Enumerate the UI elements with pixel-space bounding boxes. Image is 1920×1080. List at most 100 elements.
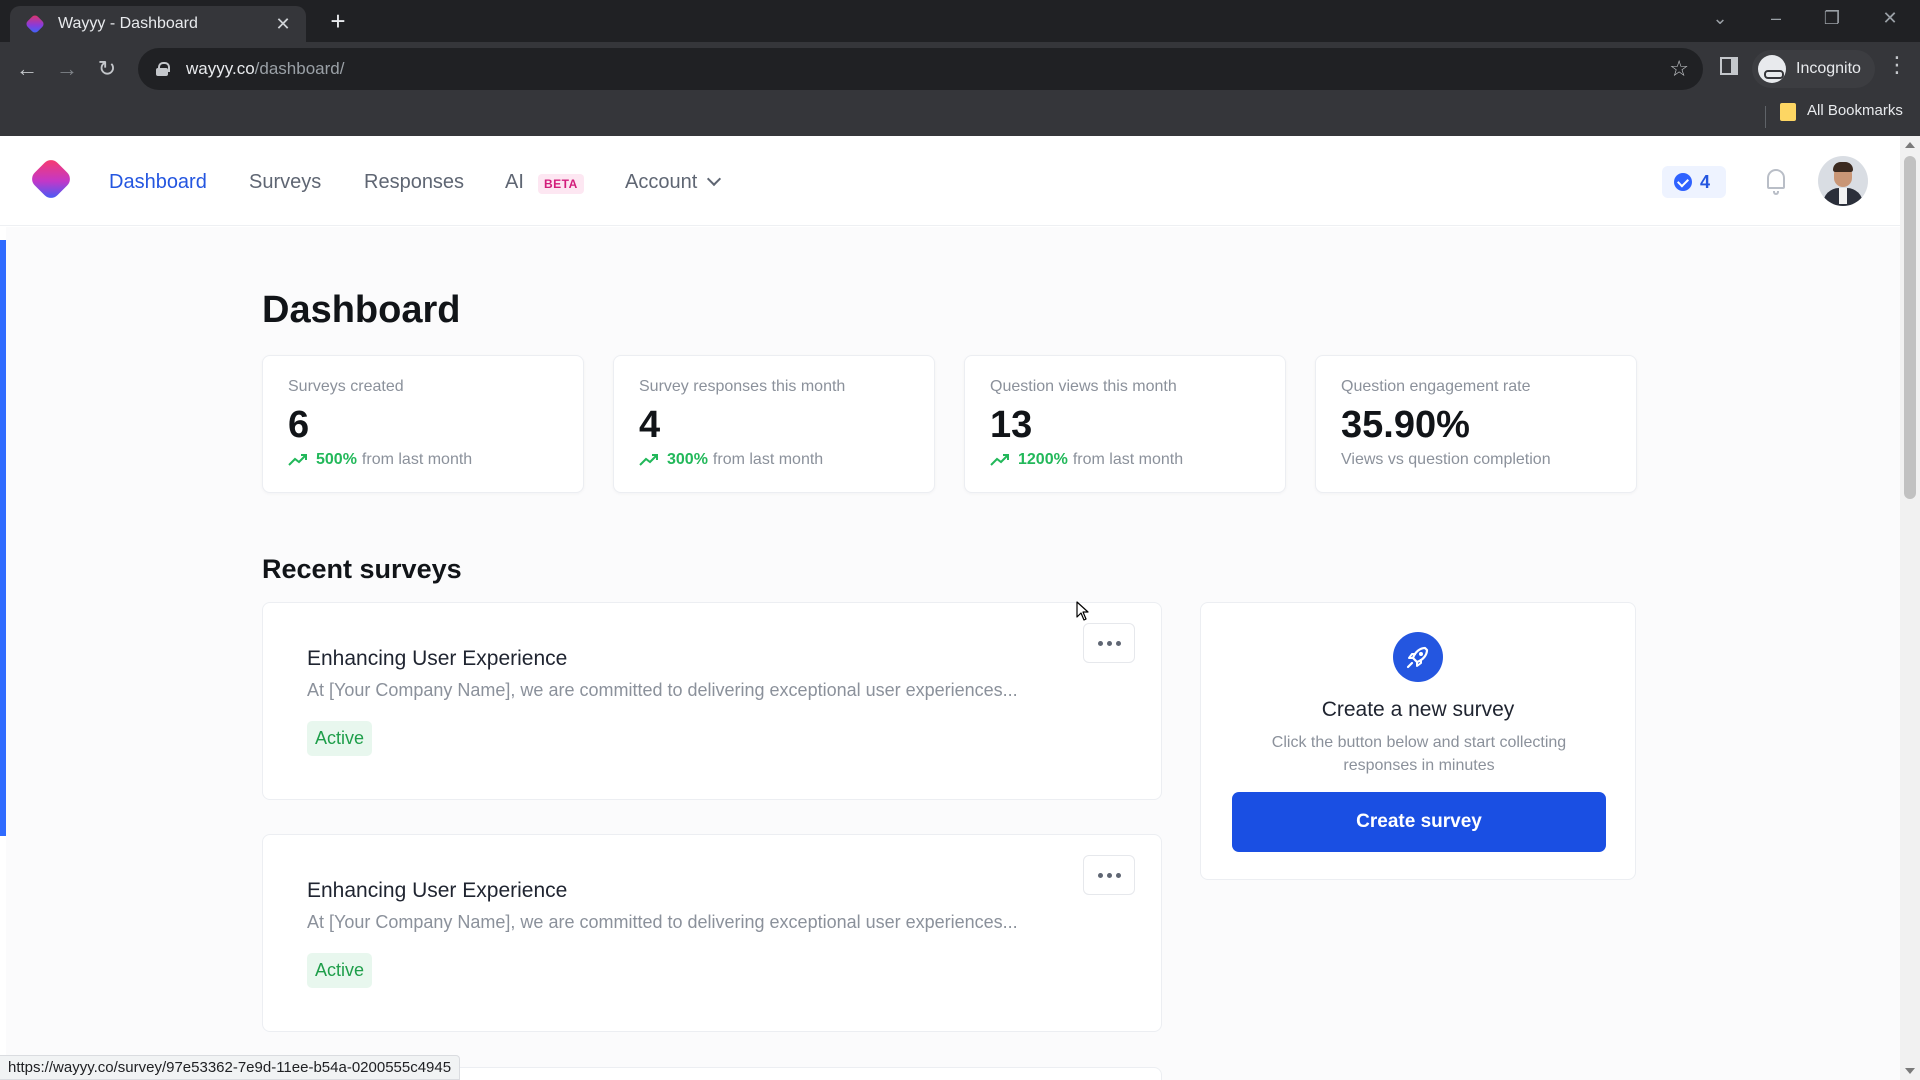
create-survey-title: Create a new survey — [1201, 698, 1635, 722]
trending-up-icon — [639, 453, 659, 467]
side-panel-icon[interactable] — [1720, 57, 1738, 75]
stat-card-survey-responses: Survey responses this month 4 300% from … — [613, 355, 935, 493]
scrollbar-thumb[interactable] — [1904, 156, 1916, 499]
delta-percent: 500% — [316, 451, 357, 469]
trending-up-icon — [288, 453, 308, 467]
user-avatar[interactable] — [1818, 156, 1868, 206]
browser-toolbar: ← → ↻ wayyy.co/dashboard/ ☆ Incognito ⋮ — [0, 42, 1920, 96]
address-bar[interactable]: wayyy.co/dashboard/ ☆ — [138, 48, 1703, 90]
maximize-button[interactable]: ❐ — [1812, 8, 1852, 29]
create-survey-card: Create a new survey Click the button bel… — [1200, 602, 1636, 880]
mouse-cursor-icon — [1076, 601, 1090, 621]
avatar-shirt — [1839, 188, 1847, 204]
bookmark-star-icon[interactable]: ☆ — [1669, 56, 1689, 82]
status-badge: Active — [307, 721, 372, 756]
bookmarks-bar — [0, 96, 1920, 136]
new-tab-button[interactable]: + — [324, 8, 352, 36]
dot — [1098, 873, 1103, 878]
create-survey-button[interactable]: Create survey — [1232, 792, 1606, 852]
browser-tab[interactable]: Wayyy - Dashboard ✕ — [10, 6, 306, 42]
more-options-button[interactable] — [1083, 855, 1135, 895]
page-scrollbar[interactable] — [1900, 136, 1920, 1080]
create-survey-description: Click the button below and start collect… — [1241, 731, 1597, 777]
delta-suffix: from last month — [713, 451, 823, 469]
stat-delta: 500% from last month — [288, 451, 472, 469]
survey-card[interactable]: Enhancing User Experience At [Your Compa… — [262, 834, 1162, 1032]
nav-account[interactable]: Account — [625, 171, 719, 194]
window-close-button[interactable]: ✕ — [1870, 8, 1910, 29]
nav-responses[interactable]: Responses — [364, 171, 464, 194]
bell-clapper — [1773, 191, 1779, 195]
url-host: wayyy.co — [186, 59, 255, 78]
tab-search-icon[interactable]: ⌄ — [1700, 8, 1740, 29]
delta-suffix: from last month — [362, 451, 472, 469]
more-options-button[interactable] — [1083, 623, 1135, 663]
stat-value: 13 — [990, 404, 1032, 447]
bookmarks-folder-icon — [1780, 103, 1796, 121]
stat-delta: 300% from last month — [639, 451, 823, 469]
scroll-down-arrow-icon[interactable] — [1905, 1068, 1915, 1074]
stat-value: 35.90% — [1341, 404, 1470, 447]
recent-surveys-heading: Recent surveys — [262, 554, 462, 585]
url-text: wayyy.co/dashboard/ — [186, 59, 344, 79]
nav-ai[interactable]: AI — [505, 171, 524, 194]
app-viewport: Dashboard Surveys Responses AI BETA Acco… — [0, 136, 1900, 1080]
wayyy-logo[interactable] — [28, 156, 73, 201]
status-badge: Active — [307, 953, 372, 988]
lock-icon — [156, 62, 168, 76]
notifications-bell-icon[interactable] — [1762, 166, 1790, 198]
stat-value: 4 — [639, 404, 660, 447]
bookmarks-divider — [1765, 106, 1766, 128]
survey-description: At [Your Company Name], we are committed… — [307, 912, 1018, 933]
survey-title[interactable]: Enhancing User Experience — [307, 647, 567, 671]
avatar-hair — [1833, 162, 1853, 172]
trending-up-icon — [990, 453, 1010, 467]
page-title: Dashboard — [262, 289, 460, 332]
survey-description: At [Your Company Name], we are committed… — [307, 680, 1018, 701]
survey-title[interactable]: Enhancing User Experience — [307, 879, 567, 903]
stat-label: Question views this month — [990, 378, 1177, 396]
dot — [1116, 641, 1121, 646]
stat-card-question-views: Question views this month 13 1200% from … — [964, 355, 1286, 493]
nav-account-label: Account — [625, 171, 697, 193]
bell-body — [1767, 169, 1785, 189]
incognito-profile-button[interactable]: Incognito — [1752, 50, 1875, 88]
stat-subtext: Views vs question completion — [1341, 451, 1551, 469]
minimize-button[interactable]: – — [1756, 8, 1796, 29]
stat-label: Survey responses this month — [639, 378, 845, 396]
close-tab-icon[interactable]: ✕ — [272, 14, 294, 35]
chevron-down-icon — [707, 172, 721, 186]
back-icon[interactable]: ← — [12, 54, 42, 84]
stat-value: 6 — [288, 404, 309, 447]
url-path: /dashboard/ — [255, 59, 345, 78]
rocket-icon — [1393, 632, 1443, 682]
delta-percent: 1200% — [1018, 451, 1068, 469]
top-navbar: Dashboard Surveys Responses AI BETA Acco… — [0, 136, 1900, 226]
incognito-label: Incognito — [1796, 60, 1861, 78]
credits-count: 4 — [1700, 172, 1710, 193]
left-accent-bar — [0, 240, 6, 836]
stat-card-surveys-created: Surveys created 6 500% from last month — [262, 355, 584, 493]
stat-delta: 1200% from last month — [990, 451, 1183, 469]
credits-badge[interactable]: 4 — [1662, 166, 1726, 198]
browser-menu-icon[interactable]: ⋮ — [1886, 52, 1908, 78]
delta-suffix: from last month — [1073, 451, 1183, 469]
link-status-bar: https://wayyy.co/survey/97e53362-7e9d-11… — [0, 1055, 460, 1080]
forward-icon[interactable]: → — [52, 54, 82, 84]
nav-surveys[interactable]: Surveys — [249, 171, 321, 194]
dot — [1098, 641, 1103, 646]
nav-dashboard[interactable]: Dashboard — [109, 171, 207, 194]
all-bookmarks-link[interactable]: All Bookmarks — [1807, 102, 1903, 119]
rocket-glyph — [1393, 632, 1443, 682]
dot — [1116, 873, 1121, 878]
survey-card[interactable]: Enhancing User Experience At [Your Compa… — [262, 602, 1162, 800]
stat-label: Surveys created — [288, 378, 404, 396]
stat-card-engagement-rate: Question engagement rate 35.90% Views vs… — [1315, 355, 1637, 493]
reload-icon[interactable]: ↻ — [92, 54, 122, 84]
verified-check-icon — [1674, 173, 1692, 191]
browser-tabstrip: Wayyy - Dashboard ✕ + ⌄ – ❐ ✕ — [0, 0, 1920, 42]
scroll-up-arrow-icon[interactable] — [1905, 142, 1915, 148]
delta-percent: 300% — [667, 451, 708, 469]
dot — [1107, 641, 1112, 646]
stat-label: Question engagement rate — [1341, 378, 1530, 396]
